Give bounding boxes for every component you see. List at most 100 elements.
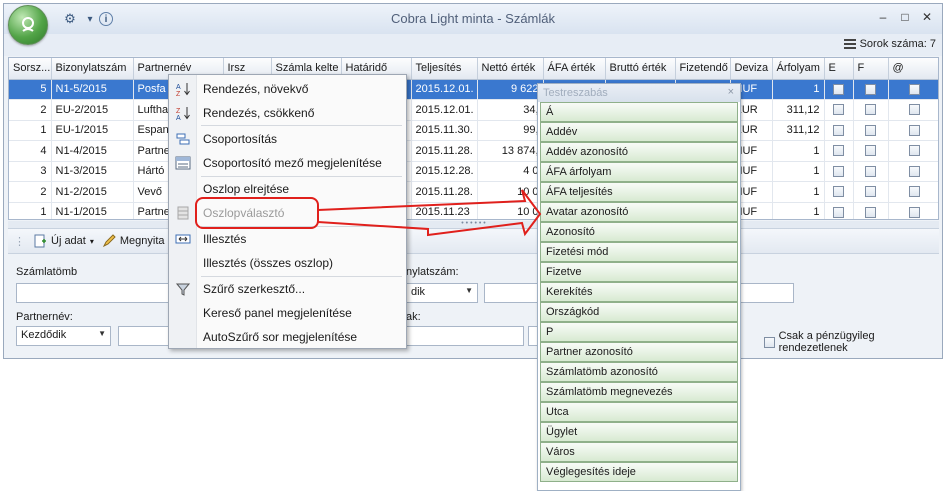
column-header[interactable]: E <box>824 58 854 80</box>
menu-item[interactable]: Z A Rendezés, csökkenő <box>169 101 406 125</box>
menu-item[interactable]: A Z Rendezés, növekvő <box>169 77 406 101</box>
column-chooser-item[interactable]: Számlatömb azonosító <box>540 362 738 382</box>
table-cell-checkbox[interactable] <box>888 161 938 182</box>
table-cell-checkbox[interactable] <box>824 120 854 141</box>
table-cell-checkbox[interactable] <box>824 181 854 203</box>
table-cell-checkbox[interactable] <box>888 99 938 121</box>
table-cell-checkbox[interactable] <box>888 140 938 162</box>
table-cell-checkbox[interactable] <box>824 79 854 100</box>
menu-item[interactable]: Oszlopválasztó <box>169 201 406 225</box>
table-cell[interactable]: 1 <box>772 181 825 203</box>
table-cell[interactable]: N1-2/2015 <box>51 181 134 203</box>
table-cell[interactable]: EU-2/2015 <box>51 99 134 121</box>
table-cell-checkbox[interactable] <box>888 181 938 203</box>
table-row[interactable]: 2 EU-2/2015 Lufthа 2015.12.01. 34, EUR 311,12 <box>9 99 938 121</box>
column-chooser-item[interactable]: Országkód <box>540 302 738 322</box>
checkbox-box[interactable] <box>764 336 775 348</box>
checkbox[interactable] <box>865 165 876 177</box>
table-cell[interactable]: 1 <box>9 202 52 219</box>
table-row[interactable]: 4 N1-4/2015 Partne 2015.11.28. 13 874, HUF 1 <box>9 140 938 162</box>
third-filter-input[interactable] <box>406 326 524 346</box>
table-cell-checkbox[interactable] <box>853 79 889 100</box>
table-cell[interactable]: N1-3/2015 <box>51 161 134 182</box>
checkbox[interactable] <box>908 145 920 157</box>
new-button[interactable]: Új adat ▾ <box>33 234 94 248</box>
table-row[interactable]: 1 EU-1/2015 Espan 2015.11.30. 99, EUR 311,12 <box>9 120 938 141</box>
column-chooser-item[interactable]: Á <box>540 102 738 122</box>
invoice-grid[interactable]: Sorsz... Bizonylatszám Partnernév Irsz Száml… <box>8 57 939 220</box>
column-chooser-item[interactable]: Partner azonosító <box>540 342 738 362</box>
menu-item[interactable]: AutoSzűrő sor megjelenítése <box>169 325 406 349</box>
table-row[interactable]: 5 N1-5/2015 Posfa 2015.12.01. 9 622 HUF 1 <box>9 79 938 100</box>
checkbox[interactable] <box>833 104 844 116</box>
table-cell[interactable]: 311,12 <box>772 120 825 141</box>
menu-item[interactable]: Oszlop elrejtése <box>169 177 406 201</box>
column-header[interactable]: Bizonylatszám <box>51 58 134 80</box>
menu-item[interactable]: Csoportosítás <box>169 127 406 151</box>
maximize-button[interactable]: □ <box>896 9 914 25</box>
table-cell-checkbox[interactable] <box>888 202 938 219</box>
app-menu-button[interactable] <box>8 5 48 45</box>
column-chooser-item[interactable]: P <box>540 322 738 342</box>
szamlatomb-input[interactable] <box>16 283 176 303</box>
bizonylatszam-mode-select[interactable]: dik ▼ <box>406 283 478 303</box>
checkbox[interactable] <box>908 165 920 177</box>
checkbox[interactable] <box>865 83 876 95</box>
table-cell[interactable]: 1 <box>772 79 825 100</box>
table-cell-checkbox[interactable] <box>853 140 889 162</box>
column-header[interactable]: ÁFA érték <box>543 58 606 80</box>
menu-item[interactable]: Kereső panel megjelenítése <box>169 301 406 325</box>
checkbox[interactable] <box>908 83 920 95</box>
table-cell[interactable]: 2 <box>9 181 52 203</box>
table-cell-checkbox[interactable] <box>824 99 854 121</box>
column-header[interactable]: @ <box>888 58 938 80</box>
checkbox[interactable] <box>908 206 920 218</box>
menu-item[interactable]: Illesztés (összes oszlop) <box>169 251 406 275</box>
table-cell[interactable]: N1-5/2015 <box>51 79 134 100</box>
column-chooser-item[interactable]: Addév azonosító <box>540 142 738 162</box>
table-cell-checkbox[interactable] <box>888 79 938 100</box>
table-row[interactable]: 3 N1-3/2015 Hártó 2015.12.28. 4 0 HUF 1 <box>9 161 938 182</box>
partnernev-mode-select[interactable]: Kezdődik ▼ <box>16 326 111 346</box>
table-cell[interactable]: N1-4/2015 <box>51 140 134 162</box>
column-chooser-item[interactable]: Véglegesítés ideje <box>540 462 738 482</box>
table-cell-checkbox[interactable] <box>853 161 889 182</box>
column-chooser-item[interactable]: Fizetési mód <box>540 242 738 262</box>
table-cell[interactable]: 1 <box>772 202 825 219</box>
table-row[interactable]: 2 N1-2/2015 Vevő 2015.11.28. 10 0 HUF 1 <box>9 181 938 203</box>
menu-item[interactable]: Illesztés <box>169 227 406 251</box>
checkbox[interactable] <box>865 124 876 136</box>
column-header[interactable]: Sorsz... <box>9 58 52 80</box>
checkbox[interactable] <box>833 165 844 177</box>
close-icon[interactable]: × <box>728 86 734 98</box>
open-button[interactable]: Megnyita <box>102 234 165 248</box>
table-cell[interactable]: 1 <box>772 161 825 182</box>
table-cell[interactable]: 10 0 <box>477 202 544 219</box>
table-cell-checkbox[interactable] <box>824 161 854 182</box>
unpaid-only-checkbox[interactable]: Csak a pénzügyileg rendezetlenek <box>764 330 939 354</box>
table-cell[interactable]: 3 <box>9 161 52 182</box>
table-cell-checkbox[interactable] <box>853 202 889 219</box>
column-header[interactable]: Bruttó érték <box>605 58 676 80</box>
checkbox[interactable] <box>833 145 844 157</box>
table-cell-checkbox[interactable] <box>853 99 889 121</box>
table-cell-checkbox[interactable] <box>853 120 889 141</box>
table-cell[interactable]: 9 622 <box>477 79 544 100</box>
column-chooser-item[interactable]: Számlatömb megnevezés <box>540 382 738 402</box>
column-chooser-item[interactable]: ÁFA teljesítés <box>540 182 738 202</box>
table-cell[interactable]: N1-1/2015 <box>51 202 134 219</box>
table-cell[interactable]: 99, <box>477 120 544 141</box>
checkbox[interactable] <box>908 104 920 116</box>
table-cell-checkbox[interactable] <box>888 120 938 141</box>
table-cell[interactable]: 13 874, <box>477 140 544 162</box>
column-header[interactable]: Teljesítés <box>411 58 478 80</box>
column-header[interactable]: F <box>853 58 889 80</box>
table-cell[interactable]: 2015.11.28. <box>411 181 478 203</box>
table-cell[interactable]: 2015.12.28. <box>411 161 478 182</box>
table-cell[interactable]: 10 0 <box>477 181 544 203</box>
checkbox[interactable] <box>833 186 844 198</box>
checkbox[interactable] <box>865 104 876 116</box>
checkbox[interactable] <box>833 124 844 136</box>
table-cell[interactable]: 5 <box>9 79 52 100</box>
table-cell-checkbox[interactable] <box>824 202 854 219</box>
